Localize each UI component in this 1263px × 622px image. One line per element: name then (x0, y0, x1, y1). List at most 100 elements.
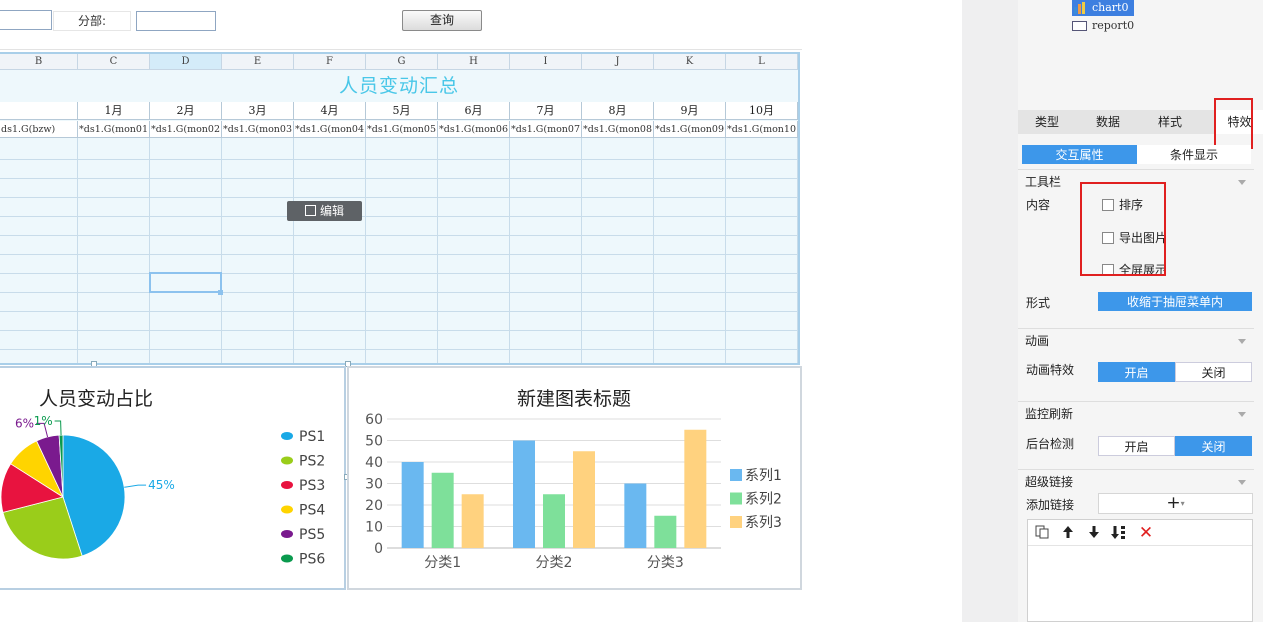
column-header-F[interactable]: F (294, 54, 366, 70)
spreadsheet-area[interactable]: BCDEFGHIJKL 人员变动汇总 1月 2月 3月 4月 5月 6月 7月 8月 9月 10月… (0, 52, 800, 365)
y-tick-label: 50 (365, 434, 383, 450)
formula-cell[interactable]: *ds1.G(mon09 (654, 121, 726, 138)
y-tick-label: 10 (365, 520, 383, 536)
tree-item-chart0[interactable]: chart0 (1072, 0, 1135, 16)
move-bottom-icon[interactable] (1110, 525, 1128, 541)
month-header-cell[interactable]: 9月 (654, 102, 726, 120)
month-header-cell[interactable]: 7月 (510, 102, 582, 120)
legend-marker (281, 456, 293, 465)
y-tick-label: 60 (365, 412, 383, 428)
widget-tree: chart0 report0 (1072, 0, 1135, 34)
add-link-label: 添加链接 (1026, 498, 1075, 512)
formula-cell[interactable]: *ds1.G(mon02 (150, 121, 222, 138)
move-up-icon[interactable] (1059, 525, 1077, 541)
animation-on-button[interactable]: 开启 (1098, 362, 1175, 382)
pie-chart[interactable]: 人员变动占比 45% 6% 1% PS1 PS2 PS3 PS4 PS5 PS6 (0, 366, 346, 590)
report-icon (1072, 21, 1087, 31)
month-header-cell[interactable]: 5月 (366, 102, 438, 120)
grid-line (0, 292, 798, 293)
month-header-cell[interactable]: 1月 (78, 102, 150, 120)
tree-item-report0[interactable]: report0 (1072, 18, 1134, 34)
column-header-E[interactable]: E (222, 54, 294, 70)
formula-cell[interactable]: *ds1.G(mon10 (726, 121, 798, 138)
edit-button-label: 编辑 (319, 204, 344, 218)
legend-marker (281, 432, 293, 440)
selected-cell[interactable] (149, 272, 222, 293)
legend-marker (281, 481, 293, 489)
grid-line (0, 178, 798, 179)
data-label-leader (124, 484, 147, 488)
animation-off-button[interactable]: 关闭 (1175, 362, 1252, 382)
legend-marker (730, 492, 742, 505)
pie-chart-title: 人员变动占比 (39, 388, 153, 410)
data-label: 6% (15, 416, 34, 430)
tab-type[interactable]: 类型 (1018, 110, 1076, 134)
section-monitor-refresh[interactable]: 监控刷新 (1018, 401, 1254, 425)
column-header-H[interactable]: H (438, 54, 510, 70)
y-tick-label: 0 (374, 541, 383, 557)
column-header-K[interactable]: K (654, 54, 726, 70)
month-header-cell[interactable]: 10月 (726, 102, 798, 120)
add-link-button[interactable]: +▾ (1098, 493, 1253, 514)
form-label: 形式 (1026, 296, 1051, 310)
bar (654, 515, 677, 548)
tab-data[interactable]: 数据 (1078, 110, 1138, 134)
link-toolbar: ✕ (1028, 520, 1252, 546)
formula-cell[interactable]: *ds1.G(mon05 (366, 121, 438, 138)
month-header-cell[interactable]: 2月 (150, 102, 222, 120)
formula-cell[interactable]: *ds1.G(mon07 (510, 121, 582, 138)
column-header-B[interactable]: B (0, 54, 78, 70)
legend-label: PS4 (299, 503, 325, 519)
grid-line (0, 197, 798, 198)
section-title: 动画 (1025, 334, 1050, 348)
month-header-cell[interactable]: 3月 (222, 102, 294, 120)
copy-icon[interactable] (1033, 525, 1051, 541)
animation-label: 动画特效 (1026, 363, 1075, 377)
month-header-cell[interactable]: 4月 (294, 102, 366, 120)
dropdown-arrow-icon: ▾ (1180, 499, 1185, 508)
formula-cell[interactable]: *ds1.G(mon01 (78, 121, 150, 138)
legend-marker (281, 530, 293, 538)
grid-line (0, 254, 798, 255)
bar-chart[interactable]: 新建图表标题 0 10 20 30 40 50 60 分类1 分类2 分类3 系列1 系列2 系列3 (347, 366, 802, 590)
formula-cell[interactable]: *ds1.G(mon03 (222, 121, 294, 138)
grid-line (0, 159, 798, 160)
report-canvas: 分部: 查询 BCDEFGHIJKL 人员变动汇总 1月 2月 3月 4月 5月 6月 7月… (0, 0, 802, 622)
tree-label: report0 (1092, 19, 1135, 32)
month-header-cell[interactable]: 8月 (582, 102, 654, 120)
subtab-condition[interactable]: 条件显示 (1137, 145, 1251, 164)
section-hyperlink[interactable]: 超级链接 (1018, 469, 1254, 493)
column-header-G[interactable]: G (366, 54, 438, 70)
section-animation[interactable]: 动画 (1018, 328, 1254, 352)
formula-cell[interactable]: *ds1.G(mon04 (294, 121, 366, 138)
month-header-cell[interactable]: 6月 (438, 102, 510, 120)
section-title: 工具栏 (1025, 175, 1062, 189)
backend-off-button[interactable]: 关闭 (1175, 436, 1252, 456)
query-button[interactable]: 查询 (402, 10, 482, 31)
form-select[interactable]: 收缩于抽屉菜单内 (1098, 292, 1252, 311)
legend-label: PS2 (299, 454, 325, 470)
subtab-interaction[interactable]: 交互属性 (1022, 145, 1137, 164)
highlight-box (1080, 182, 1166, 276)
backend-on-button[interactable]: 开启 (1098, 436, 1175, 456)
tab-style[interactable]: 样式 (1140, 110, 1200, 134)
legend-label: 系列1 (745, 468, 782, 484)
column-header-C[interactable]: C (78, 54, 150, 70)
legend-marker (730, 469, 742, 481)
formula-cell[interactable]: *ds1.G(mon06 (438, 121, 510, 138)
header-cell[interactable] (0, 102, 78, 120)
bar (513, 440, 535, 548)
column-header-I[interactable]: I (510, 54, 582, 70)
formula-cell[interactable]: *ds1.G(mon08 (582, 121, 654, 138)
column-header-J[interactable]: J (582, 54, 654, 70)
column-header-D[interactable]: D (150, 54, 222, 70)
formula-cell[interactable]: ds1.G(bzw) (0, 121, 78, 138)
delete-icon[interactable]: ✕ (1137, 525, 1155, 542)
edit-button[interactable]: 编辑 (287, 201, 362, 221)
dept-input[interactable] (136, 11, 216, 31)
column-header-L[interactable]: L (726, 54, 798, 70)
link-list[interactable]: ✕ (1027, 519, 1253, 622)
query-input-1[interactable] (0, 10, 52, 30)
move-down-icon[interactable] (1085, 525, 1103, 541)
fill-handle[interactable] (218, 290, 223, 295)
